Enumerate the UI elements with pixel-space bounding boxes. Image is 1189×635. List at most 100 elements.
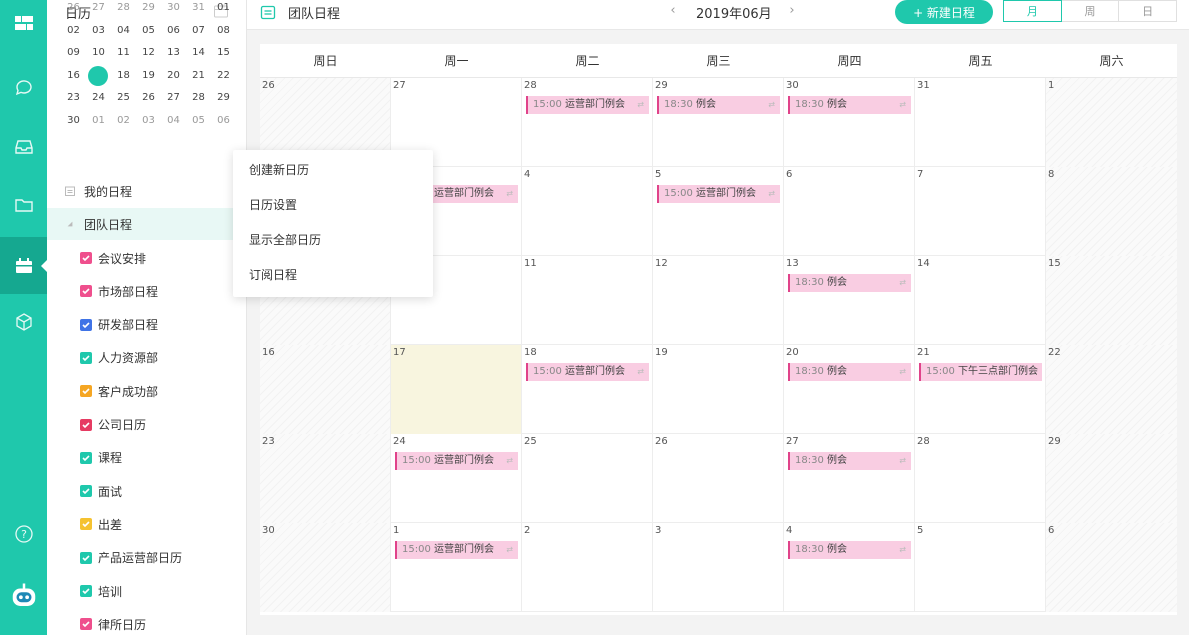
mini-calendar-day[interactable]: 28 <box>186 88 211 108</box>
month-view-button[interactable]: 月 <box>1003 0 1062 22</box>
calendar-day[interactable]: 8 <box>1046 167 1177 256</box>
mini-calendar-day[interactable]: 12 <box>136 43 161 63</box>
mini-calendar-day[interactable]: 05 <box>136 21 161 41</box>
calendar-checkbox[interactable] <box>80 585 92 597</box>
calendar-day[interactable]: 1 <box>1046 78 1177 167</box>
calendar-day[interactable]: 31 <box>915 78 1046 167</box>
calendar-checkbox[interactable] <box>80 385 92 398</box>
calendar-day[interactable]: 12 <box>653 256 784 345</box>
calendar-list-item[interactable]: 课程 <box>47 442 246 474</box>
my-schedule-item[interactable]: 我的日程 <box>47 175 246 207</box>
chat-icon[interactable] <box>0 68 47 108</box>
mini-calendar-day[interactable]: 29 <box>136 0 161 18</box>
mini-calendar-day[interactable]: 06 <box>211 111 236 131</box>
calendar-event[interactable]: 18:30 例会 ⇄ <box>788 541 911 559</box>
calendar-day[interactable]: 28 15:00 运营部门例会 ⇄ <box>522 78 653 167</box>
mini-calendar-day[interactable]: 25 <box>111 88 136 108</box>
calendar-list-item[interactable]: 人力资源部 <box>47 342 246 374</box>
calendar-day[interactable]: 16 <box>260 345 391 434</box>
mini-calendar-day[interactable]: 26 <box>136 88 161 108</box>
mini-calendar-day[interactable]: 20 <box>161 66 186 86</box>
calendar-day[interactable]: 11 <box>522 256 653 345</box>
calendar-list-item[interactable]: 公司日历 <box>47 409 246 441</box>
calendar-event[interactable]: 15:00 运营部门例会 ⇄ <box>657 185 780 203</box>
calendar-event[interactable]: 15:00 运营部门例会 ⇄ <box>526 96 649 114</box>
mini-calendar-day[interactable]: 08 <box>211 21 236 41</box>
folder-icon[interactable] <box>0 185 47 225</box>
mini-calendar-day[interactable]: 23 <box>61 88 86 108</box>
calendar-checkbox[interactable] <box>80 252 92 264</box>
calendar-day[interactable]: 5 15:00 运营部门例会 ⇄ <box>653 167 784 256</box>
calendar-day[interactable]: 20 18:30 例会 ⇄ <box>784 345 915 434</box>
mini-calendar-day[interactable]: 27 <box>161 88 186 108</box>
calendar-checkbox[interactable] <box>80 618 92 631</box>
calendar-checkbox[interactable] <box>80 485 92 498</box>
calendar-checkbox[interactable] <box>80 518 92 531</box>
mini-calendar-day[interactable]: 21 <box>186 66 211 86</box>
calendar-day[interactable]: 23 <box>260 434 391 523</box>
calendar-day[interactable]: 19 <box>653 345 784 434</box>
subscribe-schedule-menu-item[interactable]: 订阅日程 <box>233 258 433 293</box>
calendar-list-item[interactable]: 出差 <box>47 508 246 540</box>
mini-calendar-day[interactable]: 24 <box>86 88 111 108</box>
calendar-event[interactable]: 18:30 例会 ⇄ <box>657 96 780 114</box>
mini-calendar-day[interactable]: 28 <box>111 0 136 18</box>
inbox-icon[interactable] <box>0 127 47 167</box>
calendar-day[interactable]: 29 <box>1046 434 1177 523</box>
calendar-day[interactable]: 30 <box>260 523 391 612</box>
mini-calendar-today[interactable] <box>86 66 111 86</box>
mini-calendar-day[interactable]: 06 <box>161 21 186 41</box>
mini-calendar-day[interactable]: 10 <box>86 43 111 63</box>
mini-calendar-day[interactable]: 04 <box>111 21 136 41</box>
calendar-checkbox[interactable] <box>80 351 92 364</box>
week-view-button[interactable]: 周 <box>1060 0 1120 22</box>
bot-icon[interactable] <box>0 574 47 618</box>
calendar-day[interactable]: 3 <box>653 523 784 612</box>
calendar-event[interactable]: 18:30 例会 ⇄ <box>788 452 911 470</box>
calendar-checkbox[interactable] <box>80 451 92 464</box>
mini-calendar-day[interactable]: 14 <box>186 43 211 63</box>
calendar-day[interactable]: 25 <box>522 434 653 523</box>
mini-calendar-day[interactable]: 26 <box>61 0 86 18</box>
calendar-list-item[interactable]: 律所日历 <box>47 608 246 635</box>
prev-month-button[interactable]: ‹ <box>665 3 681 18</box>
calendar-checkbox[interactable] <box>80 285 92 298</box>
calendar-list-item[interactable]: 客户成功部 <box>47 375 246 407</box>
calendar-day[interactable]: 1 15:00 运营部门例会 ⇄ <box>391 523 522 612</box>
mini-calendar-day[interactable]: 13 <box>161 43 186 63</box>
calendar-event[interactable]: 15:00 下午三点部门例会 <box>919 363 1042 381</box>
mini-calendar-day[interactable]: 02 <box>61 21 86 41</box>
mini-calendar-day[interactable]: 01 <box>86 111 111 131</box>
calendar-checkbox[interactable] <box>80 418 92 431</box>
next-month-button[interactable]: › <box>784 3 800 18</box>
calendar-event[interactable]: 15:00 运营部门例会 ⇄ <box>526 363 649 381</box>
calendar-event[interactable]: 18:30 例会 ⇄ <box>788 274 911 292</box>
calendar-event[interactable]: 18:30 例会 ⇄ <box>788 96 911 114</box>
mini-calendar-day[interactable]: 03 <box>136 111 161 131</box>
calendar-day[interactable]: 21 15:00 下午三点部门例会 <box>915 345 1046 434</box>
new-schedule-button[interactable]: + 新建日程 <box>895 0 993 24</box>
calendar-list-item[interactable]: 会议安排 <box>47 242 246 274</box>
mini-calendar-day[interactable]: 04 <box>161 111 186 131</box>
mini-calendar-day[interactable]: 30 <box>61 111 86 131</box>
calendar-day[interactable]: 7 <box>915 167 1046 256</box>
mini-calendar-day[interactable]: 09 <box>61 43 86 63</box>
calendar-day[interactable]: 28 <box>915 434 1046 523</box>
calendar-day[interactable]: 6 <box>1046 523 1177 612</box>
mini-calendar-day[interactable]: 02 <box>111 111 136 131</box>
team-schedule-item[interactable]: 团队日程 <box>47 208 246 240</box>
calendar-list-item[interactable]: 面试 <box>47 475 246 507</box>
mini-calendar-day[interactable]: 22 <box>211 66 236 86</box>
calendar-list-item[interactable]: 市场部日程 <box>47 275 246 307</box>
calendar-day[interactable]: 5 <box>915 523 1046 612</box>
mini-calendar-day[interactable]: 31 <box>186 0 211 18</box>
calendar-settings-menu-item[interactable]: 日历设置 <box>233 188 433 223</box>
mini-calendar-day[interactable]: 19 <box>136 66 161 86</box>
calendar-icon[interactable] <box>0 237 47 294</box>
mini-calendar-day[interactable]: 29 <box>211 88 236 108</box>
calendar-list-item[interactable]: 研发部日程 <box>47 309 246 341</box>
calendar-day[interactable]: 14 <box>915 256 1046 345</box>
calendar-day[interactable]: 4 <box>522 167 653 256</box>
apps-icon[interactable] <box>0 3 47 43</box>
calendar-day[interactable]: 13 18:30 例会 ⇄ <box>784 256 915 345</box>
